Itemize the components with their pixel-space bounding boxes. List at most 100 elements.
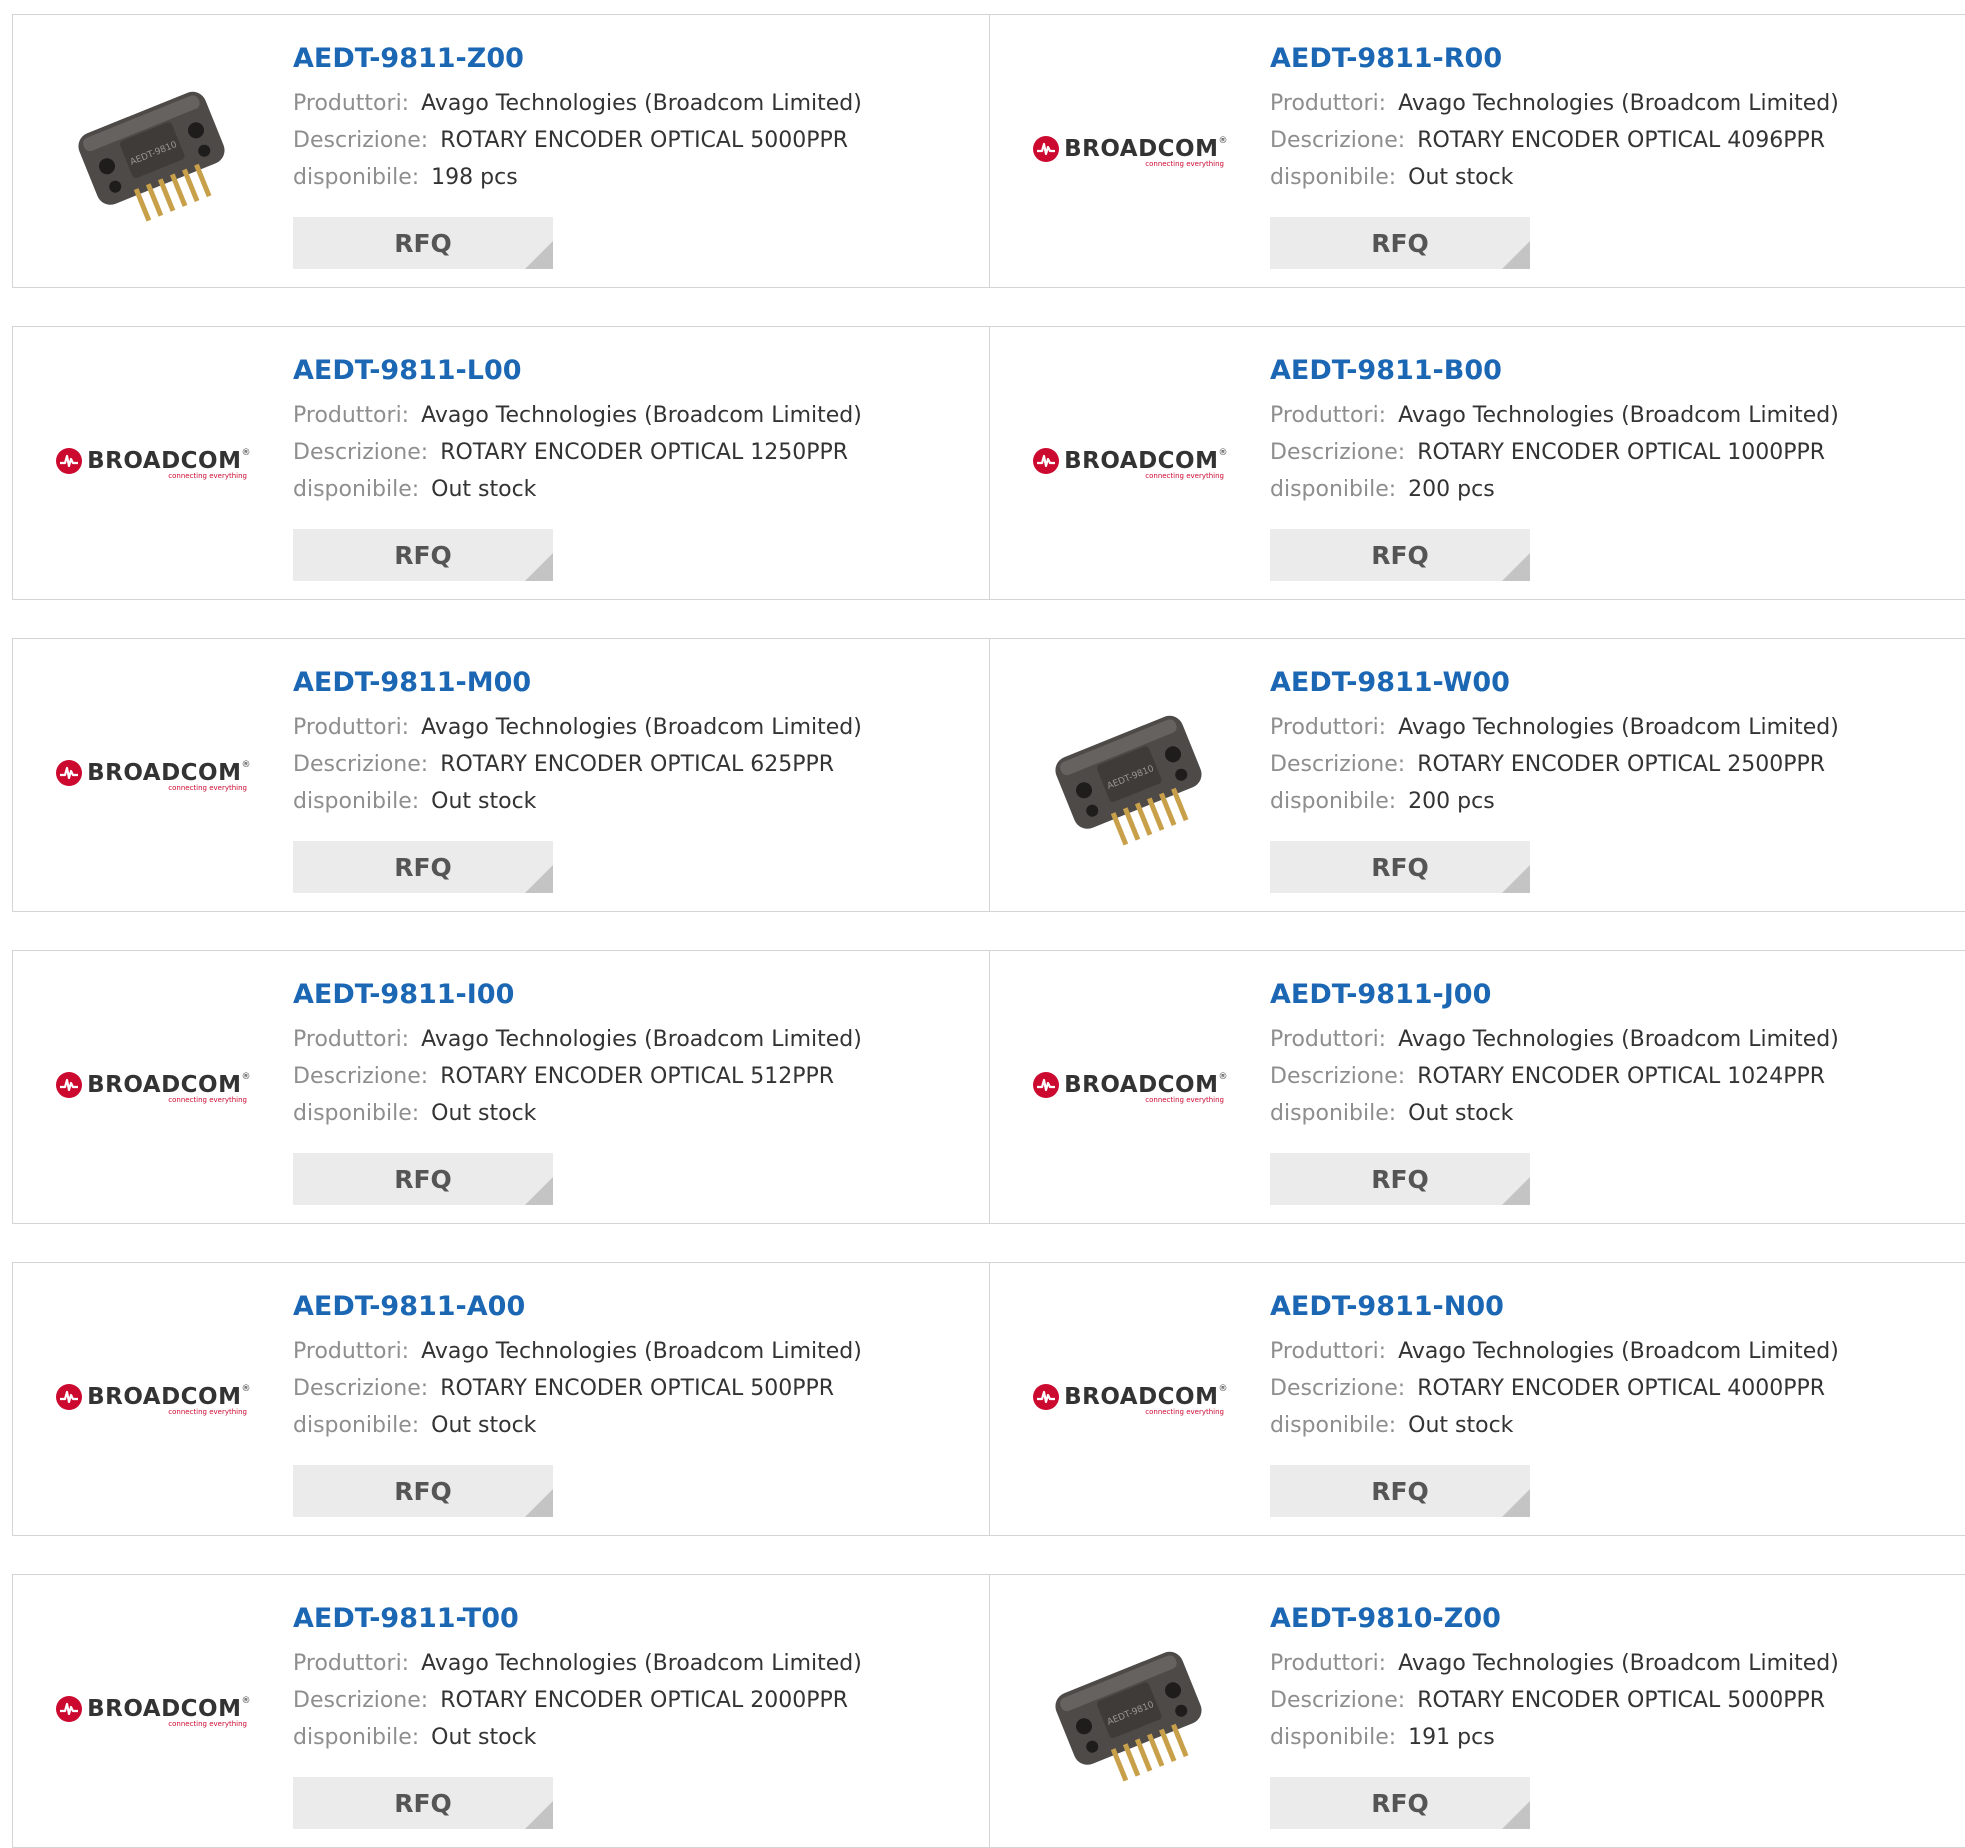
manufacturer-label: Produttori: bbox=[293, 1339, 410, 1364]
part-number-link[interactable]: AEDT-9811-L00 bbox=[293, 353, 522, 389]
broadcom-wordmark: BROADCOM® bbox=[87, 1384, 251, 1410]
broadcom-wordmark: BROADCOM® bbox=[1064, 448, 1228, 474]
description-value: ROTARY ENCODER OPTICAL 5000PPR bbox=[1417, 1688, 1826, 1713]
broadcom-logo: BROADCOM® connecting everything bbox=[55, 1696, 251, 1728]
rfq-button[interactable]: RFQ bbox=[1270, 1153, 1530, 1205]
button-corner-decoration bbox=[525, 1489, 553, 1517]
rfq-label: RFQ bbox=[394, 1788, 452, 1818]
product-image[interactable]: BROADCOM® connecting everything bbox=[1030, 52, 1230, 252]
part-number-link[interactable]: AEDT-9810-Z00 bbox=[1270, 1601, 1501, 1637]
manufacturer-label: Produttori: bbox=[293, 1651, 410, 1676]
rfq-button[interactable]: RFQ bbox=[293, 1465, 553, 1517]
product-info: AEDT-9811-T00 Produttori: Avago Technolog… bbox=[293, 1601, 979, 1756]
product-info: AEDT-9811-W00 Produttori: Avago Technolog… bbox=[1270, 665, 1958, 820]
rfq-button[interactable]: RFQ bbox=[1270, 841, 1530, 893]
manufacturer-label: Produttori: bbox=[293, 91, 410, 116]
broadcom-logo: BROADCOM® connecting everything bbox=[1032, 448, 1228, 480]
product-image[interactable]: BROADCOM® connecting everything bbox=[1030, 988, 1230, 1188]
availability-value: Out stock bbox=[1408, 1413, 1514, 1438]
button-corner-decoration bbox=[1502, 1801, 1530, 1829]
product-image[interactable]: BROADCOM® connecting everything bbox=[53, 1612, 253, 1812]
rfq-button[interactable]: RFQ bbox=[293, 217, 553, 269]
manufacturer-row: Produttori: Avago Technologies (Broadcom … bbox=[293, 709, 979, 746]
part-number-link[interactable]: AEDT-9811-I00 bbox=[293, 977, 514, 1013]
part-number-link[interactable]: AEDT-9811-A00 bbox=[293, 1289, 525, 1325]
manufacturer-value: Avago Technologies (Broadcom Limited) bbox=[421, 91, 862, 116]
manufacturer-value: Avago Technologies (Broadcom Limited) bbox=[1398, 715, 1839, 740]
manufacturer-value: Avago Technologies (Broadcom Limited) bbox=[421, 1027, 862, 1052]
availability-row: disponibile: Out stock bbox=[293, 1095, 979, 1132]
rfq-button[interactable]: RFQ bbox=[293, 1153, 553, 1205]
broadcom-logo: BROADCOM® connecting everything bbox=[55, 1072, 251, 1104]
product-image[interactable]: AEDT-9810 bbox=[1030, 676, 1230, 876]
broadcom-logo: BROADCOM® connecting everything bbox=[55, 1384, 251, 1416]
product-card: BROADCOM® connecting everything AEDT-981… bbox=[12, 326, 990, 600]
broadcom-logo: BROADCOM® connecting everything bbox=[55, 760, 251, 792]
part-number-link[interactable]: AEDT-9811-J00 bbox=[1270, 977, 1491, 1013]
rfq-button[interactable]: RFQ bbox=[293, 529, 553, 581]
product-image[interactable]: BROADCOM® connecting everything bbox=[1030, 364, 1230, 564]
broadcom-tagline: connecting everything bbox=[1145, 160, 1224, 168]
availability-value: Out stock bbox=[1408, 1101, 1514, 1126]
description-value: ROTARY ENCODER OPTICAL 1024PPR bbox=[1417, 1064, 1826, 1089]
product-image[interactable]: AEDT-9810 bbox=[1030, 1612, 1230, 1812]
description-row: Descrizione: ROTARY ENCODER OPTICAL 500PP… bbox=[293, 1370, 979, 1407]
part-number-link[interactable]: AEDT-9811-B00 bbox=[1270, 353, 1502, 389]
availability-value: Out stock bbox=[431, 1725, 537, 1750]
description-label: Descrizione: bbox=[293, 752, 429, 777]
broadcom-mark-icon bbox=[1033, 136, 1060, 162]
product-image[interactable]: BROADCOM® connecting everything bbox=[1030, 1300, 1230, 1500]
availability-label: disponibile: bbox=[1270, 1725, 1397, 1750]
manufacturer-row: Produttori: Avago Technologies (Broadcom … bbox=[293, 1333, 979, 1370]
part-number-link[interactable]: AEDT-9811-Z00 bbox=[293, 41, 524, 77]
button-corner-decoration bbox=[525, 241, 553, 269]
availability-label: disponibile: bbox=[293, 1413, 420, 1438]
availability-label: disponibile: bbox=[1270, 1101, 1397, 1126]
rfq-button[interactable]: RFQ bbox=[1270, 1465, 1530, 1517]
manufacturer-row: Produttori: Avago Technologies (Broadcom … bbox=[293, 1021, 979, 1058]
manufacturer-row: Produttori: Avago Technologies (Broadcom … bbox=[1270, 1645, 1958, 1682]
product-info: AEDT-9811-N00 Produttori: Avago Technolog… bbox=[1270, 1289, 1958, 1444]
description-value: ROTARY ENCODER OPTICAL 1250PPR bbox=[440, 440, 849, 465]
rfq-button[interactable]: RFQ bbox=[1270, 1777, 1530, 1829]
manufacturer-label: Produttori: bbox=[293, 715, 410, 740]
product-card: AEDT-9810 AEDT-9811-W00 Produttori: Avago… bbox=[989, 638, 1965, 912]
part-number-link[interactable]: AEDT-9811-N00 bbox=[1270, 1289, 1504, 1325]
manufacturer-row: Produttori: Avago Technologies (Broadcom … bbox=[293, 85, 979, 122]
availability-row: disponibile: Out stock bbox=[293, 1407, 979, 1444]
product-image[interactable]: BROADCOM® connecting everything bbox=[53, 364, 253, 564]
rfq-label: RFQ bbox=[394, 1164, 452, 1194]
button-corner-decoration bbox=[1502, 1177, 1530, 1205]
rfq-button[interactable]: RFQ bbox=[1270, 217, 1530, 269]
rfq-label: RFQ bbox=[1371, 1476, 1429, 1506]
product-image[interactable]: BROADCOM® connecting everything bbox=[53, 676, 253, 876]
manufacturer-row: Produttori: Avago Technologies (Broadcom … bbox=[1270, 397, 1958, 434]
availability-label: disponibile: bbox=[293, 1101, 420, 1126]
broadcom-mark-icon bbox=[56, 448, 83, 474]
product-card: BROADCOM® connecting everything AEDT-981… bbox=[989, 1262, 1965, 1536]
manufacturer-value: Avago Technologies (Broadcom Limited) bbox=[1398, 91, 1839, 116]
rfq-button[interactable]: RFQ bbox=[293, 1777, 553, 1829]
description-row: Descrizione: ROTARY ENCODER OPTICAL 1000P… bbox=[1270, 434, 1958, 471]
part-number-link[interactable]: AEDT-9811-M00 bbox=[293, 665, 531, 701]
product-card: BROADCOM® connecting everything AEDT-981… bbox=[12, 950, 990, 1224]
product-card: BROADCOM® connecting everything AEDT-981… bbox=[989, 14, 1965, 288]
manufacturer-row: Produttori: Avago Technologies (Broadcom … bbox=[293, 1645, 979, 1682]
broadcom-wordmark: BROADCOM® bbox=[1064, 1384, 1228, 1410]
product-image[interactable]: BROADCOM® connecting everything bbox=[53, 988, 253, 1188]
description-value: ROTARY ENCODER OPTICAL 2500PPR bbox=[1417, 752, 1826, 777]
product-card: BROADCOM® connecting everything AEDT-981… bbox=[12, 1574, 990, 1848]
broadcom-tagline: connecting everything bbox=[1145, 1408, 1224, 1416]
product-image[interactable]: AEDT-9810 bbox=[53, 52, 253, 252]
availability-value: 200 pcs bbox=[1408, 477, 1495, 502]
rfq-button[interactable]: RFQ bbox=[1270, 529, 1530, 581]
availability-value: Out stock bbox=[431, 1413, 537, 1438]
part-number-link[interactable]: AEDT-9811-R00 bbox=[1270, 41, 1502, 77]
product-image[interactable]: BROADCOM® connecting everything bbox=[53, 1300, 253, 1500]
availability-row: disponibile: Out stock bbox=[1270, 159, 1958, 196]
part-number-link[interactable]: AEDT-9811-W00 bbox=[1270, 665, 1510, 701]
part-number-link[interactable]: AEDT-9811-T00 bbox=[293, 1601, 519, 1637]
rfq-button[interactable]: RFQ bbox=[293, 841, 553, 893]
availability-row: disponibile: Out stock bbox=[293, 783, 979, 820]
description-value: ROTARY ENCODER OPTICAL 1000PPR bbox=[1417, 440, 1826, 465]
